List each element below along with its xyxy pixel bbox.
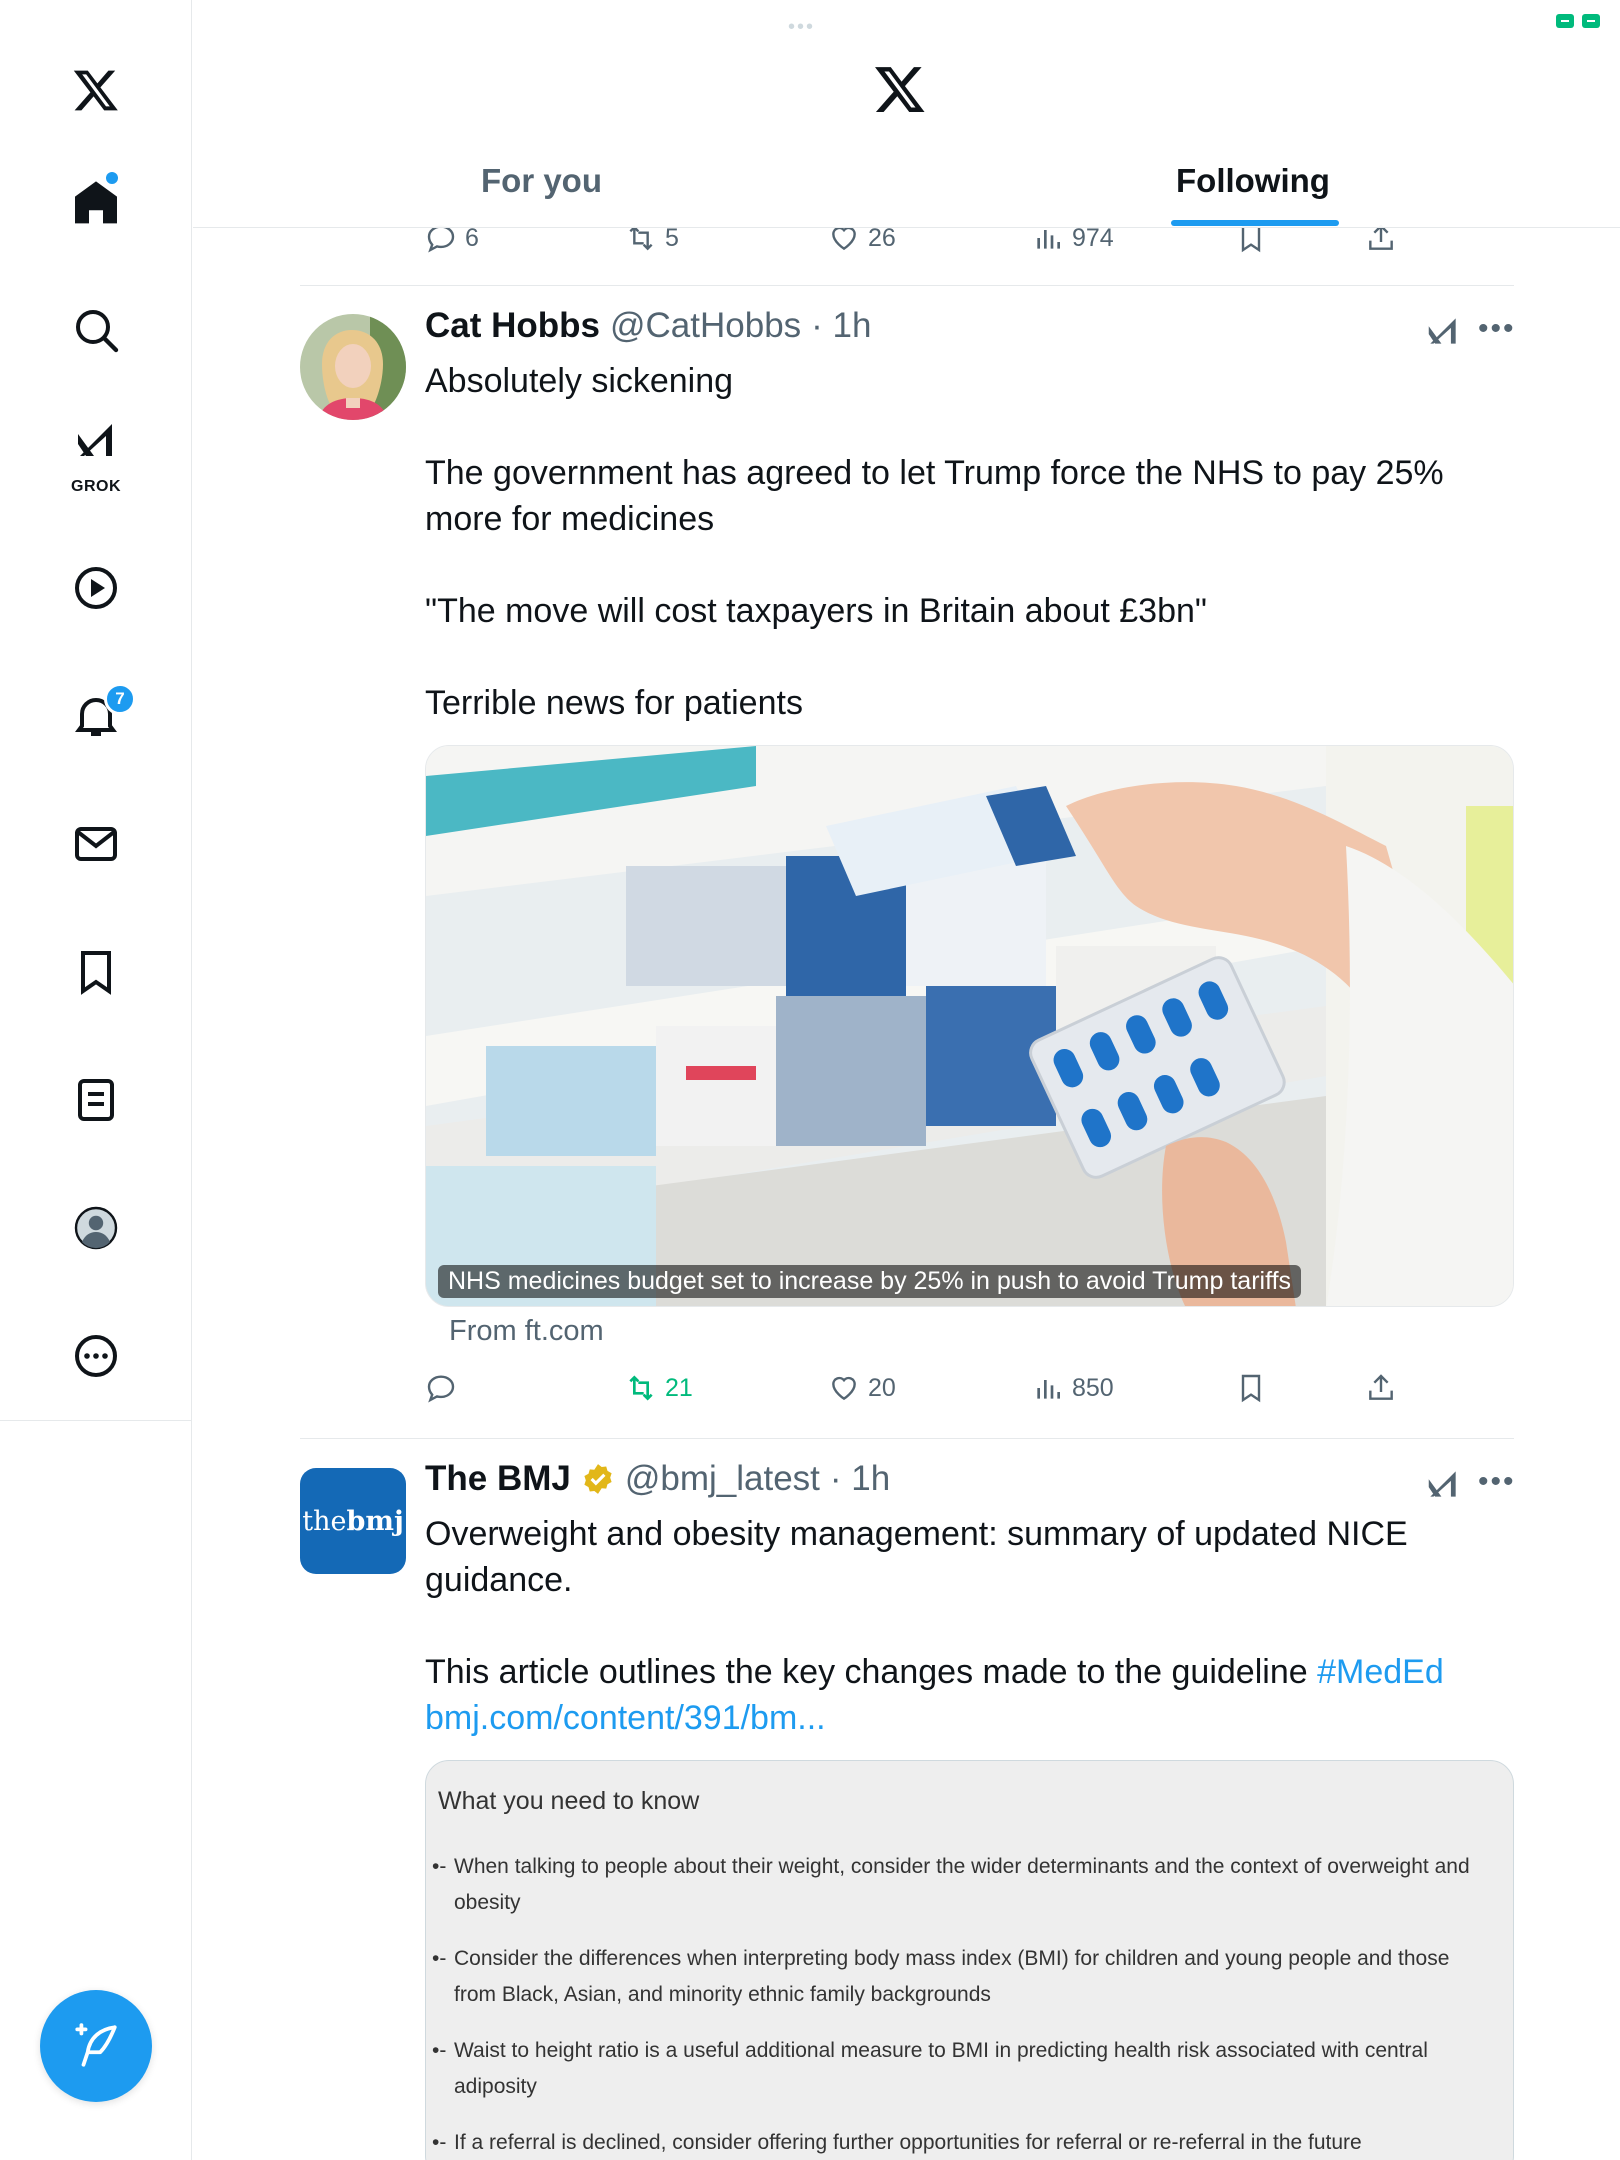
tweet-line: [425, 404, 1515, 450]
tweet-header: Cat Hobbs @CatHobbs · 1h: [425, 306, 871, 346]
prev-tweet-actions: 6 5 26 974: [425, 222, 1425, 266]
split-view-icon: [1556, 14, 1600, 28]
share-icon: [1369, 1374, 1393, 1400]
active-tab-indicator: [1171, 220, 1339, 226]
sidebar-item-more[interactable]: [46, 1306, 146, 1406]
bookmark-icon: [1241, 1374, 1261, 1403]
profile-icon: [74, 1206, 118, 1250]
hashtag-link[interactable]: #MedEd: [1317, 1653, 1444, 1691]
tweet-line: [425, 1603, 1515, 1649]
compose-feather-icon: [75, 2023, 117, 2067]
like-count: 20: [868, 1373, 896, 1402]
url-link[interactable]: bmj.com/content/391/bm...: [425, 1699, 826, 1737]
more-options-icon[interactable]: •••: [1478, 312, 1516, 346]
pharmacy-shelf-photo: [426, 746, 1513, 1306]
sidebar-item-messages[interactable]: [46, 794, 146, 894]
search-icon: [76, 310, 119, 353]
sidebar-item-grok[interactable]: [46, 400, 146, 480]
tweet-line-text: This article outlines the key changes ma…: [425, 1653, 1318, 1691]
display-name[interactable]: The BMJ: [425, 1459, 571, 1499]
tweet-separator: [300, 285, 1514, 286]
sidebar-divider: [0, 1420, 192, 1421]
x-logo-icon[interactable]: [46, 40, 146, 140]
tweet-line: The government has agreed to let Trump f…: [425, 454, 1444, 538]
list-item: Waist to height ratio is a useful additi…: [432, 2033, 1492, 2105]
sidebar: GROK 7: [0, 0, 192, 2160]
tweet-line: This article outlines the key changes ma…: [425, 1649, 1515, 1695]
card-list: When talking to people about their weigh…: [432, 1849, 1492, 2160]
grok-label: GROK: [71, 478, 121, 495]
sidebar-item-lists[interactable]: [46, 1050, 146, 1150]
share-button[interactable]: [1365, 1372, 1397, 1404]
tweet-separator: [300, 1438, 1514, 1439]
list-item: If a referral is declined, consider offe…: [432, 2125, 1492, 2160]
home-unread-dot: [106, 172, 118, 184]
x-logo-icon: [875, 67, 925, 112]
repost-count: 21: [665, 1373, 693, 1402]
sidebar-item-video[interactable]: [46, 538, 146, 638]
reply-icon: [427, 1375, 455, 1403]
repost-button[interactable]: 21: [625, 1372, 693, 1404]
link-source[interactable]: From ft.com: [449, 1315, 604, 1348]
tweet-text: Overweight and obesity management: summa…: [425, 1511, 1515, 1741]
tweet-line: Overweight and obesity management: summa…: [425, 1515, 1408, 1599]
tweet-line: Absolutely sickening: [425, 362, 734, 400]
display-name[interactable]: Cat Hobbs: [425, 306, 600, 346]
bookmark-icon: [81, 951, 111, 995]
timestamp[interactable]: · 1h: [830, 1459, 890, 1499]
home-icon: [75, 181, 117, 224]
tweet-header: The BMJ @bmj_latest · 1h: [425, 1459, 890, 1499]
like-button[interactable]: 20: [828, 1372, 896, 1404]
tweet-text: Absolutely sickening The government has …: [425, 358, 1515, 726]
avatar[interactable]: the bmj: [300, 1468, 406, 1574]
tweet-line: [425, 634, 1515, 680]
list-icon: [78, 1079, 114, 1121]
tab-for-you[interactable]: For you: [481, 162, 602, 200]
timestamp[interactable]: · 1h: [811, 306, 871, 346]
handle[interactable]: @bmj_latest: [625, 1459, 820, 1499]
bmj-logo-bmj: bmj: [346, 1505, 404, 1537]
header: For you Following: [193, 0, 1620, 228]
bookmark-button[interactable]: [1235, 1372, 1267, 1404]
link-card-image[interactable]: NHS medicines budget set to increase by …: [425, 745, 1514, 1307]
mail-icon: [75, 827, 117, 861]
views-icon: [1037, 1380, 1060, 1399]
sidebar-item-profile[interactable]: [46, 1178, 146, 1278]
video-icon: [75, 567, 117, 609]
notification-badge: 7: [104, 683, 136, 715]
link-card-caption: NHS medicines budget set to increase by …: [438, 1265, 1302, 1298]
sidebar-item-bookmarks[interactable]: [46, 922, 146, 1022]
list-item: When talking to people about their weigh…: [432, 1849, 1492, 1921]
more-icon: [75, 1335, 117, 1377]
view-count: 850: [1072, 1373, 1114, 1402]
article-preview-image[interactable]: What you need to know When talking to pe…: [425, 1760, 1514, 2160]
tweet-line: Terrible news for patients: [425, 684, 803, 722]
tweet-line: [425, 542, 1515, 588]
compose-post-button[interactable]: [40, 1990, 152, 2102]
reply-button[interactable]: [425, 1372, 465, 1404]
sidebar-item-search[interactable]: [46, 280, 146, 380]
tab-following[interactable]: Following: [1176, 162, 1330, 200]
repost-icon: [629, 1375, 653, 1401]
list-item: Consider the differences when interpreti…: [432, 1941, 1492, 2013]
card-title: What you need to know: [438, 1787, 700, 1815]
grok-icon[interactable]: [1424, 1465, 1462, 1503]
grok-icon: [78, 424, 112, 456]
tweet-actions: 21 20 850: [425, 1372, 1425, 1416]
views-button[interactable]: 850: [1032, 1372, 1114, 1404]
tweet-line: "The move will cost taxpayers in Britain…: [425, 592, 1207, 630]
more-options-icon[interactable]: •••: [1478, 1465, 1516, 1499]
heart-icon: [832, 1376, 856, 1401]
x-logo-icon: [73, 70, 118, 111]
avatar-photo: [300, 314, 406, 420]
grok-icon[interactable]: [1424, 312, 1462, 350]
avatar[interactable]: [300, 314, 406, 420]
sidebar-item-notifications[interactable]: [46, 666, 146, 766]
sidebar-item-home[interactable]: [46, 152, 146, 252]
tweet-line: bmj.com/content/391/bm...: [425, 1695, 1515, 1741]
handle[interactable]: @CatHobbs: [610, 306, 801, 346]
verified-badge-icon: [584, 1464, 612, 1494]
drag-handle: •••: [788, 16, 816, 38]
bmj-logo-the: the: [302, 1505, 347, 1537]
